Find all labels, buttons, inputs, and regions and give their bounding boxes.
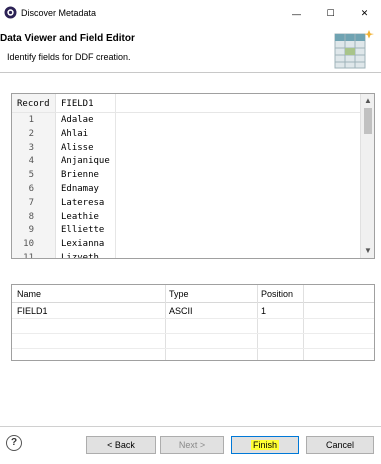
record-number: 3 (28, 142, 34, 153)
data-viewer[interactable]: Record FIELD1 1 Adalae 2 Ahlai 3 Alisse 4 Anjan… (11, 93, 375, 259)
finish-button-label: Finish (250, 440, 279, 450)
scroll-thumb[interactable] (364, 108, 372, 134)
record-number: 9 (28, 225, 34, 236)
record-number: 8 (28, 211, 34, 222)
list-item[interactable]: 8 Leathie (12, 212, 362, 226)
field-value: Leathie (61, 211, 99, 222)
field-value: Lateresa (61, 197, 105, 208)
minimize-button[interactable]: — (280, 0, 313, 27)
record-number: 4 (28, 156, 34, 167)
field-value: Adalae (61, 115, 94, 125)
scroll-down-icon[interactable]: ▼ (363, 246, 373, 256)
field-value: Alisse (61, 142, 94, 153)
close-icon: ✕ (360, 8, 369, 18)
record-number: 11 (23, 253, 34, 259)
field-value: Ahlai (61, 128, 89, 139)
banner-divider (0, 72, 381, 73)
page-subtitle: Identify fields for DDF creation. (7, 52, 131, 62)
record-number: 2 (28, 128, 34, 139)
field-column-header[interactable]: FIELD1 (61, 99, 94, 109)
list-item[interactable]: 10 Lexianna (12, 239, 362, 253)
record-number: 1 (28, 115, 34, 125)
maximize-button[interactable]: ☐ (314, 0, 347, 27)
list-item[interactable]: 3 Alisse (12, 143, 362, 157)
vertical-scrollbar[interactable]: ▲ ▼ (360, 94, 374, 258)
column-header-name[interactable]: Name (17, 289, 41, 299)
row-divider (12, 333, 374, 334)
list-item[interactable]: 11 Lizveth (12, 253, 362, 259)
header-divider (12, 112, 362, 113)
field-value: Elliette (61, 225, 105, 236)
field-value: Brienne (61, 170, 99, 181)
next-button[interactable]: Next > (160, 436, 224, 454)
record-number: 5 (28, 170, 34, 181)
list-item[interactable]: 9 Elliette (12, 225, 362, 239)
table-wizard-icon (334, 30, 374, 69)
minimize-icon: — (292, 8, 301, 19)
help-icon[interactable]: ? (6, 435, 22, 451)
wizard-banner: Data Viewer and Field Editor Identify fi… (0, 27, 381, 72)
back-button[interactable]: < Back (86, 436, 156, 454)
row-divider (12, 318, 374, 319)
field-type-cell[interactable]: ASCII (169, 306, 193, 316)
field-position-cell[interactable]: 1 (261, 306, 266, 316)
window-title: Discover Metadata (21, 8, 97, 18)
column-header-type[interactable]: Type (169, 289, 189, 299)
field-value: Anjanique (61, 156, 110, 167)
column-header-position[interactable]: Position (261, 289, 293, 299)
list-item[interactable]: 4 Anjanique (12, 156, 362, 170)
list-item[interactable]: 1 Adalae (12, 115, 362, 129)
record-number: 7 (28, 197, 34, 208)
record-number: 10 (23, 239, 34, 250)
list-item[interactable]: 5 Brienne (12, 170, 362, 184)
list-item[interactable]: 2 Ahlai (12, 129, 362, 143)
page-title: Data Viewer and Field Editor (0, 33, 135, 44)
field-value: Lizveth (61, 253, 99, 259)
list-item[interactable]: 6 Ednamay (12, 184, 362, 198)
field-name-cell[interactable]: FIELD1 (17, 306, 48, 316)
list-item[interactable]: 7 Lateresa (12, 198, 362, 212)
record-number: 6 (28, 184, 34, 194)
close-button[interactable]: ✕ (348, 0, 381, 27)
field-editor-header: Name Type Position (12, 285, 374, 303)
title-bar: Discover Metadata — ☐ ✕ (0, 0, 381, 27)
footer-divider (0, 426, 381, 427)
app-icon (4, 6, 17, 19)
finish-button[interactable]: Finish (231, 436, 299, 454)
scroll-up-icon[interactable]: ▲ (363, 96, 373, 106)
maximize-icon: ☐ (326, 8, 335, 18)
record-column-header: Record (17, 99, 50, 109)
field-editor-table[interactable]: Name Type Position FIELD1 ASCII 1 (11, 284, 375, 361)
row-divider (12, 348, 374, 349)
field-value: Lexianna (61, 239, 105, 250)
field-value: Ednamay (61, 184, 99, 194)
cancel-button[interactable]: Cancel (306, 436, 374, 454)
